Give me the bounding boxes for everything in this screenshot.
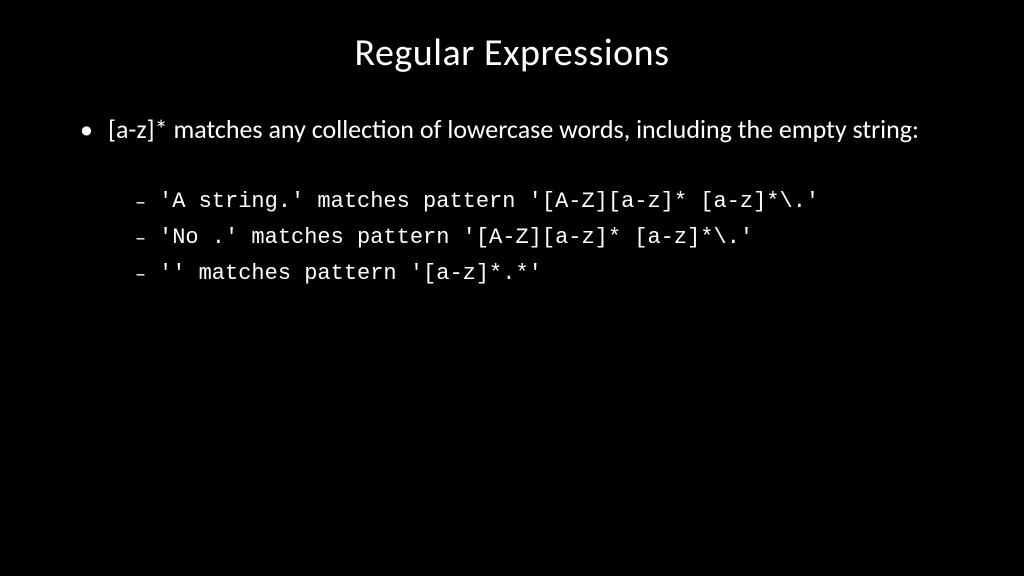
sub-bullet-item: '' matches pattern '[a-z]*.*' [135,256,974,292]
slide-title: Regular Expressions [50,30,974,76]
main-bullet-item: [a-z]* matches any collection of lowerca… [80,111,974,149]
slide-container: Regular Expressions [a-z]* matches any c… [0,0,1024,576]
slide-content: [a-z]* matches any collection of lowerca… [50,111,974,293]
sub-bullet-item: 'No .' matches pattern '[A-Z][a-z]* [a-z… [135,220,974,256]
sub-bullet-list: 'A string.' matches pattern '[A-Z][a-z]*… [80,184,974,293]
main-bullet-list: [a-z]* matches any collection of lowerca… [80,111,974,149]
sub-bullet-item: 'A string.' matches pattern '[A-Z][a-z]*… [135,184,974,220]
